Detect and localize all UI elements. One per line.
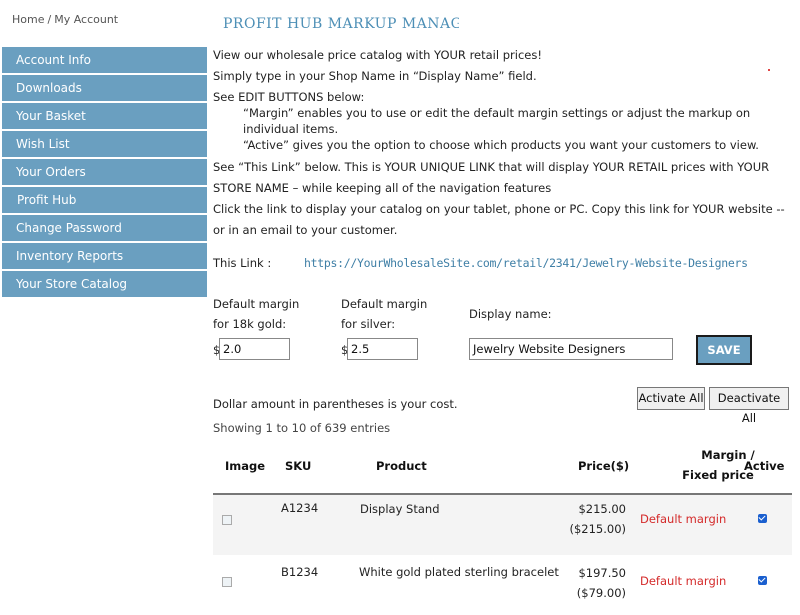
sidebar: Account Info Downloads Your Basket Wish …	[2, 47, 207, 299]
display-name-label: Display name:	[469, 307, 552, 321]
margin-note: “Margin” enables you to use or edit the …	[243, 106, 751, 136]
header-active[interactable]: Active	[744, 456, 784, 476]
header-price[interactable]: Price($)	[578, 456, 629, 476]
intro-text: View our wholesale price catalog with YO…	[213, 47, 793, 241]
sku-cell: A1234	[281, 501, 319, 515]
retail-price: $197.50	[578, 566, 626, 580]
save-button[interactable]: SAVE	[696, 335, 752, 365]
price-cell: $215.00 ($215.00)	[569, 499, 626, 539]
sidebar-item-change-password[interactable]: Change Password	[2, 215, 207, 243]
table-row: B1234 White gold plated sterling bracele…	[213, 555, 792, 615]
activate-all-button[interactable]: Activate All	[637, 387, 705, 410]
product-cell[interactable]: White gold plated sterling bracelet	[359, 565, 559, 579]
sidebar-item-account-info[interactable]: Account Info	[2, 47, 207, 75]
display-name-input[interactable]: Jewelry Website Designers	[469, 338, 673, 360]
this-link-row: This Link : https://YourWholesaleSite.co…	[213, 256, 748, 270]
header-image[interactable]: Image	[225, 456, 265, 476]
gold-margin-label-1: Default margin	[213, 297, 300, 311]
intro-line-3: See EDIT BUTTONS below:	[213, 90, 365, 104]
breadcrumb: Home / My Account	[12, 13, 118, 26]
active-note: “Active” gives you the option to choose …	[243, 138, 759, 152]
product-image[interactable]	[222, 515, 232, 525]
sidebar-item-wish-list[interactable]: Wish List	[2, 131, 207, 159]
sidebar-item-inventory-reports[interactable]: Inventory Reports	[2, 243, 207, 271]
cost-price: ($215.00)	[569, 522, 626, 536]
breadcrumb-separator: /	[47, 13, 52, 26]
sku-cell: B1234	[281, 565, 319, 579]
retail-catalog-link[interactable]: https://YourWholesaleSite.com/retail/234…	[304, 256, 748, 270]
header-product[interactable]: Product	[376, 456, 427, 476]
retail-price: $215.00	[578, 502, 626, 516]
sidebar-item-your-basket[interactable]: Your Basket	[2, 103, 207, 131]
gold-margin-label-2: for 18k gold:	[213, 317, 287, 331]
product-image[interactable]	[222, 577, 232, 587]
table-header: Image SKU Product Price($) Margin / Fixe…	[213, 445, 792, 495]
silver-margin-label-1: Default margin	[341, 297, 428, 311]
sidebar-item-your-orders[interactable]: Your Orders	[2, 159, 207, 187]
page-title: PROFIT HUB MARKUP MANAGER	[223, 16, 459, 32]
silver-margin-input[interactable]: 2.5	[347, 338, 418, 360]
active-checkbox[interactable]	[758, 576, 767, 585]
sidebar-item-downloads[interactable]: Downloads	[2, 75, 207, 103]
gold-margin-input[interactable]: 2.0	[219, 338, 290, 360]
click-note: Click the link to display your catalog o…	[213, 202, 785, 237]
breadcrumb-home[interactable]: Home	[12, 13, 44, 26]
sidebar-item-your-store-catalog[interactable]: Your Store Catalog	[2, 271, 207, 299]
margin-cell[interactable]: Default margin	[640, 574, 726, 588]
product-cell[interactable]: Display Stand	[360, 502, 440, 516]
deactivate-all-button[interactable]: Deactivate All	[709, 387, 789, 425]
cost-note: Dollar amount in parentheses is your cos…	[213, 397, 458, 411]
header-sku[interactable]: SKU	[285, 456, 311, 476]
silver-margin-label-2: for silver:	[341, 317, 396, 331]
price-cell: $197.50 ($79.00)	[577, 563, 626, 603]
intro-line-1: View our wholesale price catalog with YO…	[213, 48, 542, 62]
link-note: See “This Link” below. This is YOUR UNIQ…	[213, 160, 770, 195]
decorative-dot	[768, 69, 770, 71]
active-checkbox[interactable]	[758, 514, 767, 523]
entries-count: Showing 1 to 10 of 639 entries	[213, 421, 391, 435]
this-link-label: This Link :	[213, 256, 272, 270]
intro-line-2: Simply type in your Shop Name in “Displa…	[213, 69, 537, 83]
cost-price: ($79.00)	[576, 586, 626, 600]
sidebar-item-profit-hub[interactable]: Profit Hub	[2, 187, 207, 215]
table-row: A1234 Display Stand $215.00 ($215.00) De…	[213, 495, 792, 555]
breadcrumb-current: My Account	[54, 13, 119, 26]
margin-cell[interactable]: Default margin	[640, 512, 726, 526]
